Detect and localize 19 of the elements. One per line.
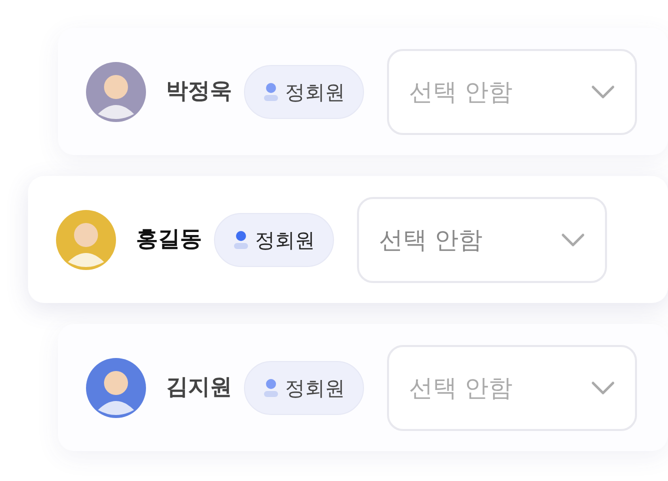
member-name: 홍길동 xyxy=(136,226,202,254)
member-name: 박정욱 xyxy=(166,78,232,106)
chevron-down-icon xyxy=(591,84,615,98)
select-value: 선택 안함 xyxy=(409,76,513,108)
badge-label: 정회원 xyxy=(255,226,315,254)
badge-label: 정회원 xyxy=(285,78,345,106)
select-value: 선택 안함 xyxy=(409,372,513,404)
member-card[interactable]: 박정욱 정회원 선택 안함 xyxy=(58,28,668,155)
chevron-down-icon xyxy=(561,232,585,246)
select-value: 선택 안함 xyxy=(379,224,483,256)
select-dropdown[interactable]: 선택 안함 xyxy=(357,196,607,282)
member-name: 김지원 xyxy=(166,374,232,402)
person-icon xyxy=(233,230,249,250)
badge-label: 정회원 xyxy=(285,374,345,402)
member-card[interactable]: 김지원 정회원 선택 안함 xyxy=(58,324,668,451)
person-icon xyxy=(263,378,279,398)
person-icon xyxy=(263,82,279,102)
member-card[interactable]: 홍길동 정회원 선택 안함 xyxy=(28,176,668,303)
chevron-down-icon xyxy=(591,380,615,394)
